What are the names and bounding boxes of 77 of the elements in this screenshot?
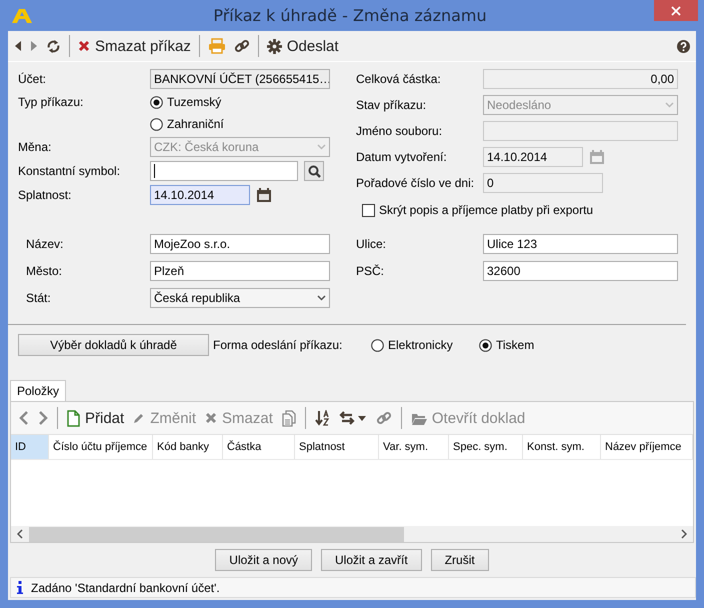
close-x-icon: [78, 40, 90, 52]
link-icon[interactable]: [234, 38, 250, 54]
column-header[interactable]: Var. sym.: [379, 435, 449, 459]
back-icon[interactable]: [14, 40, 22, 52]
column-header[interactable]: ID: [11, 435, 49, 459]
field-label: Konstantní symbol:: [18, 164, 122, 178]
refresh-icon[interactable]: [46, 38, 61, 54]
search-button[interactable]: [304, 161, 324, 181]
radio-button[interactable]: Zahraniční: [150, 117, 224, 131]
field-label: Stav příkazu:: [356, 98, 428, 112]
date-field: 14.10.2014: [483, 147, 583, 167]
field-label: Celková částka:: [356, 72, 442, 86]
text-field[interactable]: MojeZoo s.r.o.: [150, 234, 330, 254]
column-header[interactable]: Spec. sym.: [449, 435, 523, 459]
sort-icon[interactable]: [314, 410, 330, 426]
search-icon: [308, 164, 320, 178]
field-label: Město:: [26, 264, 64, 278]
text-field[interactable]: Plzeň: [150, 261, 330, 281]
column-header[interactable]: Částka: [223, 435, 295, 459]
scroll-left-icon[interactable]: [17, 529, 23, 539]
date-field[interactable]: 14.10.2014: [150, 185, 250, 205]
field-label: Název:: [26, 237, 64, 251]
dialog-button[interactable]: Zrušit: [430, 549, 489, 571]
close-icon: [671, 6, 681, 16]
radio-button[interactable]: Tiskem: [479, 338, 587, 352]
scrollbar-thumb[interactable]: [29, 526, 404, 542]
field-label: Typ příkazu:: [18, 95, 84, 109]
field-label: Měna:: [18, 140, 52, 154]
column-header[interactable]: Číslo účtu příjemce: [49, 435, 153, 459]
help-icon[interactable]: [677, 40, 690, 52]
calendar-icon[interactable]: [256, 187, 272, 203]
text-field[interactable]: 32600: [483, 261, 678, 281]
status-text: Zadáno 'Standardní bankovní účet'.: [31, 580, 220, 594]
text-field: 0: [483, 173, 603, 193]
chevron-down-icon: [317, 144, 326, 150]
close-x-icon: [205, 412, 218, 424]
field-label: Splatnost:: [18, 188, 72, 202]
select-documents-button[interactable]: Výběr dokladů k úhradě: [18, 334, 209, 356]
column-header[interactable]: Kód banky: [153, 435, 223, 459]
swap-arrows-icon[interactable]: [338, 411, 367, 425]
logo-icon: [12, 8, 32, 22]
dialog-button[interactable]: Uložit a nový: [215, 549, 312, 571]
radio-button[interactable]: Elektronicky: [371, 338, 479, 352]
delete-button[interactable]: Smazat příkaz: [78, 38, 191, 54]
settings-icon: [266, 38, 282, 54]
field-label: Forma odeslání příkazu:: [213, 338, 344, 352]
column-header[interactable]: Konst. sym.: [523, 435, 601, 459]
close-button[interactable]: [654, 0, 698, 21]
column-header[interactable]: Splatnost: [295, 435, 379, 459]
checkbox[interactable]: Skrýt popis a příjemce platby při exportu: [362, 203, 594, 217]
text-field: 0,00: [483, 69, 678, 89]
scroll-right-icon[interactable]: [681, 529, 687, 539]
field-label: Pořadové číslo ve dni:: [356, 176, 476, 190]
field-label: PSČ:: [356, 264, 386, 278]
field-label: Stát:: [26, 291, 52, 305]
info-icon: [17, 581, 23, 594]
chevron-down-icon: [665, 102, 674, 108]
add-button[interactable]: Přidat: [67, 410, 124, 426]
dropdown[interactable]: Česká republika: [150, 288, 330, 308]
send-button[interactable]: Odeslat: [266, 38, 339, 54]
window-title: Příkaz k úhradě - Změna záznamu: [212, 6, 488, 25]
chevron-down-icon: [317, 295, 326, 301]
dialog-button[interactable]: Uložit a zavřít: [321, 549, 422, 571]
pencil-icon: [133, 412, 146, 424]
field-label: Jméno souboru:: [356, 124, 444, 138]
field-label: Účet:: [18, 72, 48, 86]
radio-button[interactable]: Tuzemský: [150, 95, 222, 109]
tab[interactable]: Položky: [10, 380, 66, 401]
text-field[interactable]: [150, 161, 298, 181]
field-label: Datum vytvoření:: [356, 150, 448, 164]
column-header[interactable]: Název příjemce: [601, 435, 693, 459]
dropdown: Neodesláno: [483, 95, 678, 115]
field-label: Ulice:: [356, 237, 388, 251]
dropdown: CZK: Česká koruna: [150, 137, 330, 157]
document-icon: [67, 410, 80, 426]
text-field[interactable]: Ulice 123: [483, 234, 678, 254]
folder-icon: [410, 412, 427, 424]
